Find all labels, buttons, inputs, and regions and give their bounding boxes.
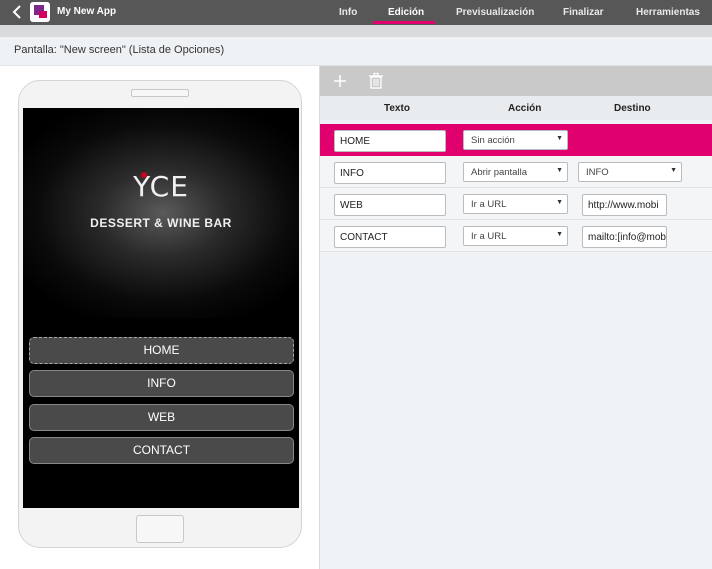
menu-button-contact[interactable]: CONTACT bbox=[29, 437, 294, 464]
action-select-value: Ir a URL bbox=[471, 199, 507, 210]
chevron-down-icon: ▼ bbox=[556, 199, 563, 206]
brand-logo: YCE bbox=[133, 170, 189, 203]
background-glow bbox=[23, 108, 299, 318]
chevron-down-icon: ▼ bbox=[556, 231, 563, 238]
active-tab-indicator bbox=[373, 21, 435, 24]
menu-button-home[interactable]: HOME bbox=[29, 337, 294, 364]
app-title: My New App bbox=[57, 6, 117, 17]
destination-select-value: INFO bbox=[586, 167, 609, 178]
plus-icon[interactable] bbox=[332, 72, 348, 90]
action-select-value: Sin acción bbox=[471, 135, 515, 146]
tab-info[interactable]: Info bbox=[339, 7, 357, 18]
destination-input[interactable]: mailto:[info@mob bbox=[582, 226, 667, 248]
destination-select[interactable]: INFO ▼ bbox=[578, 162, 682, 182]
column-header-action: Acción bbox=[508, 103, 542, 114]
text-input[interactable]: INFO bbox=[334, 162, 446, 184]
action-select-value: Ir a URL bbox=[471, 231, 507, 242]
editor-toolbar bbox=[320, 66, 712, 96]
options-editor: Texto Acción Destino HOME Sin acción ▼ I… bbox=[320, 66, 712, 569]
trash-icon[interactable] bbox=[368, 72, 384, 90]
chevron-down-icon: ▼ bbox=[556, 135, 563, 142]
phone-home-button bbox=[136, 515, 184, 543]
back-arrow-icon[interactable] bbox=[11, 4, 25, 20]
text-input[interactable]: WEB bbox=[334, 194, 446, 216]
screen-bar: Pantalla: "New screen" (Lista de Opcione… bbox=[0, 37, 712, 66]
action-select[interactable]: Abrir pantalla ▼ bbox=[463, 162, 568, 182]
chevron-down-icon: ▼ bbox=[556, 167, 563, 174]
menu-button-web[interactable]: WEB bbox=[29, 404, 294, 431]
action-select[interactable]: Ir a URL ▼ bbox=[463, 194, 568, 214]
cherry-icon bbox=[141, 172, 147, 178]
phone-screen: YCE DESSERT & WINE BAR HOME INFO WEB CON… bbox=[23, 108, 299, 508]
text-input[interactable]: CONTACT bbox=[334, 226, 446, 248]
column-header-destination: Destino bbox=[614, 103, 651, 114]
tab-herramientas[interactable]: Herramientas bbox=[636, 7, 700, 18]
phone-preview: YCE DESSERT & WINE BAR HOME INFO WEB CON… bbox=[18, 80, 302, 548]
action-select[interactable]: Ir a URL ▼ bbox=[463, 226, 568, 246]
table-row[interactable]: CONTACT Ir a URL ▼ mailto:[info@mob bbox=[320, 220, 712, 252]
tab-finalizar[interactable]: Finalizar bbox=[563, 7, 604, 18]
options-table: Texto Acción Destino HOME Sin acción ▼ I… bbox=[320, 96, 712, 252]
table-row[interactable]: INFO Abrir pantalla ▼ INFO ▼ bbox=[320, 156, 712, 188]
top-bar: My New App Info Edición Previsualización… bbox=[0, 0, 712, 25]
destination-input[interactable]: http://www.mobi bbox=[582, 194, 667, 216]
brand-subtitle: DESSERT & WINE BAR bbox=[90, 216, 232, 230]
tab-edicion[interactable]: Edición bbox=[388, 7, 424, 18]
action-select[interactable]: Sin acción ▼ bbox=[463, 130, 568, 150]
phone-speaker bbox=[131, 89, 189, 97]
screen-label: Pantalla: "New screen" (Lista de Opcione… bbox=[14, 44, 225, 56]
table-row[interactable]: HOME Sin acción ▼ bbox=[320, 124, 712, 156]
table-header: Texto Acción Destino bbox=[320, 96, 712, 120]
chevron-down-icon: ▼ bbox=[670, 167, 677, 174]
action-select-value: Abrir pantalla bbox=[471, 167, 527, 178]
sub-bar bbox=[0, 25, 712, 37]
menu-button-info[interactable]: INFO bbox=[29, 370, 294, 397]
app-logo-icon bbox=[30, 2, 50, 22]
text-input[interactable]: HOME bbox=[334, 130, 446, 152]
column-header-text: Texto bbox=[384, 103, 410, 114]
tab-previsualizacion[interactable]: Previsualización bbox=[456, 7, 534, 18]
table-row[interactable]: WEB Ir a URL ▼ http://www.mobi bbox=[320, 188, 712, 220]
